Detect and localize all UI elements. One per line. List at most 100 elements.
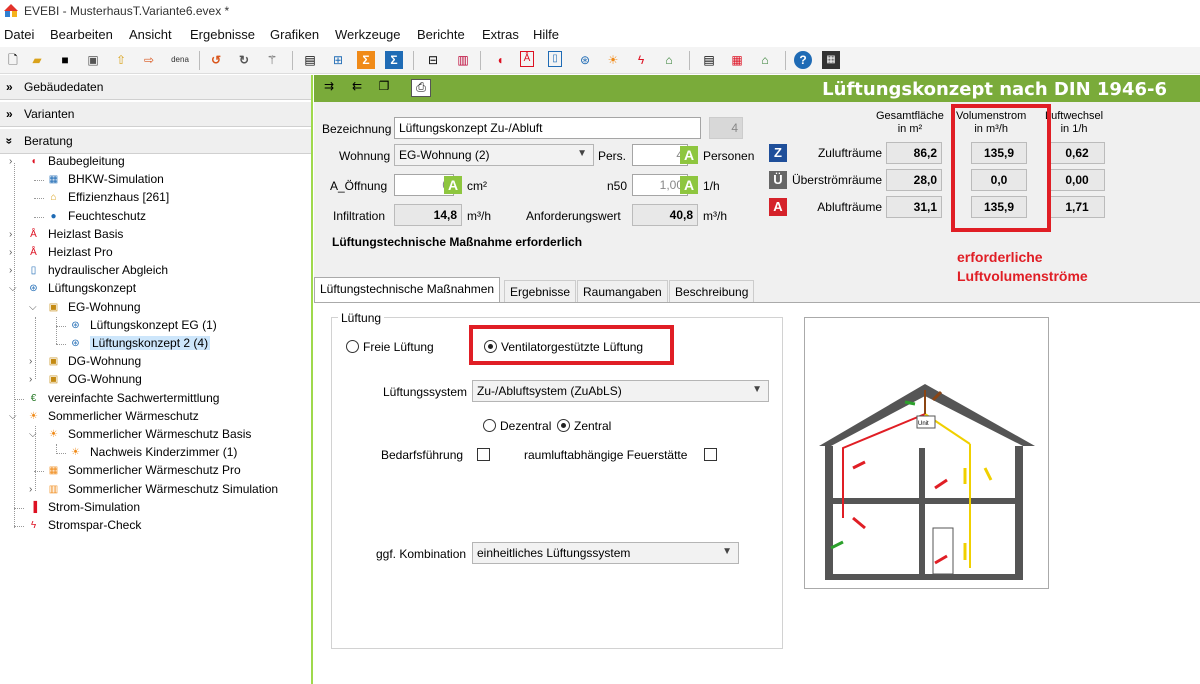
- id-field: 4: [709, 117, 743, 139]
- expand-arrow-icon[interactable]: ›: [29, 356, 32, 367]
- menu-bearbeiten[interactable]: Bearbeiten: [50, 27, 113, 42]
- system-select[interactable]: Zu-/Abluftsystem (ZuAbLS) ▼: [472, 380, 769, 402]
- kombination-select[interactable]: einheitliches Lüftungssystem ▼: [472, 542, 739, 564]
- tree-icon[interactable]: ⊞: [329, 51, 347, 69]
- tree-line: [14, 526, 24, 527]
- col-header-area: Gesamtfläche in m²: [876, 110, 944, 135]
- menu-datei[interactable]: Datei: [4, 27, 34, 42]
- export-icon[interactable]: ⇨: [140, 51, 158, 69]
- sun-icon[interactable]: ☀: [604, 51, 622, 69]
- list-icon[interactable]: ▥: [454, 51, 472, 69]
- fan-icon: ⊛: [29, 283, 38, 295]
- new-file-icon[interactable]: 🗋: [4, 51, 22, 69]
- house-check-icon[interactable]: ⌂: [756, 51, 774, 69]
- radio-ventilator[interactable]: [484, 340, 497, 353]
- hydraulic-icon[interactable]: ▯: [548, 51, 562, 67]
- tree-item-label: Stromspar-Check: [48, 518, 142, 532]
- report-icon[interactable]: ▤: [700, 51, 718, 69]
- heat-icon[interactable]: Å: [520, 51, 534, 67]
- menu-ansicht[interactable]: Ansicht: [129, 27, 172, 42]
- room-type-label: Zulufträume: [817, 146, 882, 160]
- save-icon[interactable]: ■: [56, 51, 74, 69]
- bezeichnung-label: Bezeichnung: [322, 122, 392, 136]
- radio-freie[interactable]: [346, 340, 359, 353]
- help-icon[interactable]: ?: [794, 51, 812, 69]
- menu-werkzeuge[interactable]: Werkzeuge: [335, 27, 401, 42]
- menu-grafiken[interactable]: Grafiken: [270, 27, 319, 42]
- undo-icon[interactable]: ↺: [207, 51, 225, 69]
- pdf-icon[interactable]: ▦: [728, 51, 746, 69]
- wohnung-select[interactable]: EG-Wohnung (2) ▼: [394, 144, 594, 166]
- raumluft-checkbox[interactable]: [704, 448, 717, 461]
- section-beratung[interactable]: » Beratung: [0, 129, 311, 154]
- chevron-down-icon: ▼: [752, 384, 762, 395]
- expand-chevron-icon: »: [6, 80, 13, 94]
- collapse-arrow-icon[interactable]: ⌵: [29, 302, 37, 313]
- fan-icon[interactable]: ⊛: [576, 51, 594, 69]
- split-left-icon[interactable]: ⇉: [319, 79, 339, 97]
- system-value: Zu-/Abluftsystem (ZuAbLS): [477, 384, 622, 398]
- dena-icon[interactable]: dena: [168, 51, 192, 69]
- lightning-icon[interactable]: ϟ: [632, 51, 650, 69]
- chevron-down-icon: ▼: [577, 148, 587, 159]
- copy-icon[interactable]: ❐: [374, 79, 394, 97]
- bezeichnung-input[interactable]: Lüftungskonzept Zu-/Abluft: [394, 117, 701, 139]
- tree-item-label: Heizlast Basis: [48, 226, 124, 241]
- expand-arrow-icon[interactable]: ›: [9, 229, 12, 240]
- menu-extras[interactable]: Extras: [482, 27, 519, 42]
- document-icon[interactable]: ▤: [301, 51, 319, 69]
- sun-icon: ☀: [49, 429, 58, 440]
- tree-line: [56, 453, 66, 455]
- open-folder-icon[interactable]: ▰: [28, 51, 46, 69]
- radio-dezentral[interactable]: [483, 419, 496, 432]
- expand-arrow-icon[interactable]: ›: [9, 156, 12, 167]
- tab-ergebnisse[interactable]: Ergebnisse: [504, 280, 577, 303]
- wizard-icon[interactable]: ⚚: [263, 51, 281, 69]
- tab-massnahmen[interactable]: Lüftungstechnische Maßnahmen: [314, 277, 501, 303]
- auto-button[interactable]: A: [680, 176, 698, 194]
- collapse-arrow-icon[interactable]: ⌵: [9, 411, 17, 422]
- tree-item-label: hydraulischer Abgleich: [48, 263, 169, 278]
- infiltration-value: 14,8: [394, 204, 462, 226]
- radio-ventilator-label: Ventilatorgestützte Lüftung: [501, 340, 644, 354]
- radio-zentral[interactable]: [557, 419, 570, 432]
- tab-beschreibung[interactable]: Beschreibung: [669, 280, 755, 303]
- hierarchy-icon[interactable]: ⊟: [424, 51, 442, 69]
- print-icon[interactable]: ⎙: [411, 79, 431, 97]
- cm2-unit: cm²: [467, 179, 487, 193]
- annotation-text: erforderliche Luftvolumenströme: [957, 249, 1088, 284]
- toolbar-separator: [480, 51, 481, 70]
- expand-arrow-icon[interactable]: ›: [9, 265, 12, 276]
- tree-item-label: vereinfachte Sachwertermittlung: [48, 390, 220, 405]
- redo-icon[interactable]: ↻: [235, 51, 253, 69]
- menu-ergebnisse[interactable]: Ergebnisse: [190, 27, 255, 42]
- split-right-icon[interactable]: ⇇: [347, 79, 367, 97]
- heat-load-pro-icon: Å: [30, 247, 37, 258]
- expand-arrow-icon[interactable]: ›: [9, 247, 12, 258]
- sum-orange-icon[interactable]: Σ: [357, 51, 375, 69]
- tree-item-label: Sommerlicher Wärmeschutz Simulation: [68, 481, 279, 496]
- section-gebaeudedaten[interactable]: » Gebäudedaten: [0, 75, 311, 100]
- euro-house-icon[interactable]: ⌂: [660, 51, 678, 69]
- collapse-arrow-icon[interactable]: ⌵: [9, 283, 17, 294]
- menu-berichte[interactable]: Berichte: [417, 27, 465, 42]
- sum-blue-icon[interactable]: Σ: [385, 51, 403, 69]
- expand-arrow-icon[interactable]: ›: [29, 484, 32, 495]
- auto-button[interactable]: A: [680, 146, 698, 164]
- n50-unit: 1/h: [703, 179, 720, 193]
- tab-raumangaben[interactable]: Raumangaben: [577, 280, 668, 303]
- bedarf-checkbox[interactable]: [477, 448, 490, 461]
- expand-arrow-icon[interactable]: ›: [29, 374, 32, 385]
- menu-hilfe[interactable]: Hilfe: [533, 27, 559, 42]
- section-varianten[interactable]: » Varianten: [0, 102, 311, 127]
- auto-button[interactable]: A: [444, 176, 462, 194]
- collapse-arrow-icon[interactable]: ⌵: [29, 429, 37, 440]
- import-icon[interactable]: ⇧: [112, 51, 130, 69]
- tree-line: [34, 198, 44, 200]
- tree-line: [35, 317, 36, 379]
- save-as-icon[interactable]: ▣: [84, 51, 102, 69]
- helmet-icon[interactable]: ◖: [491, 51, 509, 69]
- tree-line: [14, 398, 24, 400]
- tree-line: [34, 180, 44, 182]
- calculator-icon[interactable]: ▦: [822, 51, 840, 69]
